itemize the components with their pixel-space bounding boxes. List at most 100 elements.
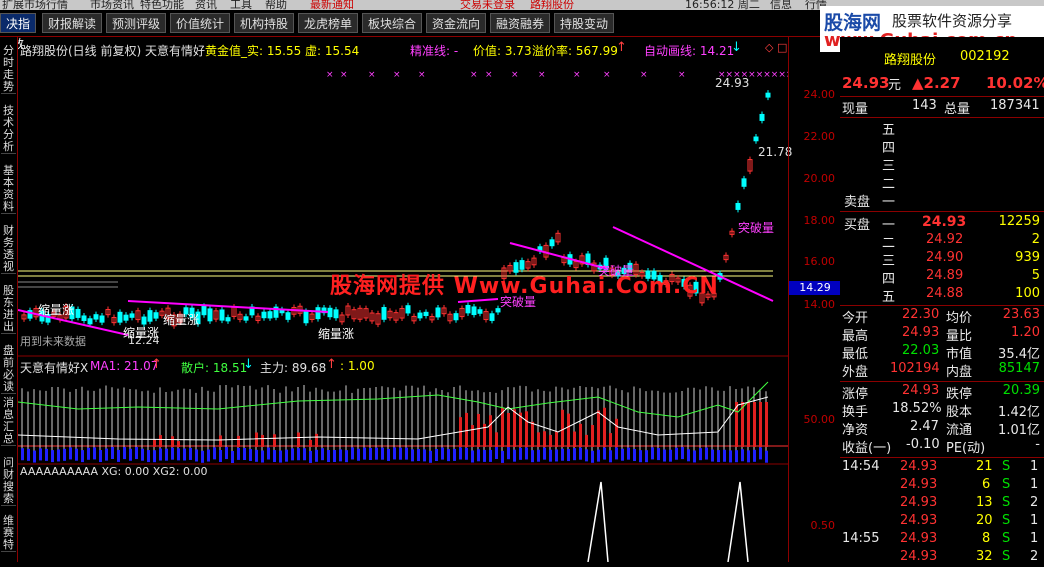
diamond-icon[interactable]: ◇ □	[765, 41, 787, 54]
candle	[423, 311, 429, 317]
tick-time: 14:54	[842, 459, 880, 474]
indicator-red-bar	[609, 433, 612, 447]
stat-value: 1.42亿	[998, 405, 1040, 420]
sidetab-premarket[interactable]: 盘前必读	[1, 345, 16, 394]
indicator-blue-bar	[549, 449, 552, 462]
candle	[405, 305, 411, 314]
kline-chart[interactable]: × × × × × × × × × × × × × ×××××××××× 路翔股份(日线 前复权)…	[17, 37, 793, 563]
tab-value[interactable]: 价值统计	[170, 13, 230, 33]
menu-item[interactable]: 最新通知	[310, 0, 354, 10]
sidetab-profile[interactable]: 基本资料	[1, 165, 16, 214]
stat-label: 最高	[842, 329, 869, 344]
svg-text:×: ×	[393, 70, 401, 80]
indicator-blue-bar	[213, 447, 216, 460]
indicator-red-bar	[549, 434, 552, 447]
sidetab-intraday[interactable]: 分时走势	[1, 45, 16, 94]
stat-value: -0.10	[906, 437, 940, 452]
tab-index[interactable]: 决指数	[0, 13, 36, 51]
bid-price: 24.88	[926, 286, 964, 301]
sidetab-technical[interactable]: 技术分析	[1, 105, 16, 154]
sub2-title: AAAAAAAAAA XG: 0.00 XG2: 0.00	[20, 465, 208, 478]
ask-level: 三	[882, 159, 896, 174]
tick-row: 24.93 20 S 1	[840, 513, 1044, 531]
bid-volume: 2	[1031, 232, 1040, 247]
indicator-blue-bar	[741, 449, 744, 462]
tab-sector[interactable]: 板块综合	[362, 13, 422, 33]
sidetab-holders[interactable]: 股东进出	[1, 285, 16, 334]
sub1-main: 主力: 89.68	[260, 361, 327, 375]
bid-level: 五	[882, 290, 896, 305]
tick-count: 1	[1030, 459, 1039, 474]
indicator-blue-bar	[621, 448, 624, 461]
watermark: 股海网提供 Www.Guhai.Com.CN	[330, 274, 719, 299]
candle	[453, 313, 459, 321]
menu-item[interactable]: 资讯	[195, 0, 217, 10]
menu-item[interactable]: 帮助	[265, 0, 287, 10]
tab-holdings[interactable]: 持股变动	[554, 13, 614, 33]
stat-label: PE(动)	[946, 441, 986, 456]
tab-institution[interactable]: 机构持股	[234, 13, 294, 33]
tab-capital-flow[interactable]: 资金流向	[426, 13, 486, 33]
indicator-blue-bar	[417, 449, 420, 462]
tick-count: 1	[1030, 531, 1039, 546]
tab-margin[interactable]: 融资融券	[490, 13, 550, 33]
tab-rating[interactable]: 预测评级	[106, 13, 166, 33]
menu-item[interactable]: 市场资讯	[90, 0, 134, 10]
sidetab-misc[interactable]: 维赛特	[1, 515, 16, 552]
indicator-blue-bar	[525, 447, 528, 460]
sub1-retail: 散户: 18.51	[181, 361, 248, 375]
bid-price: 24.92	[926, 232, 964, 247]
indicator-blue-bar	[75, 448, 78, 461]
indicator-blue-bar	[561, 448, 564, 461]
tick-volume: 13	[976, 495, 993, 510]
shrink-rise-label: 缩量涨	[163, 313, 200, 327]
indicator-blue-bar	[195, 449, 198, 462]
indicator-blue-bar	[597, 449, 600, 462]
menu-item[interactable]: 工具	[230, 0, 252, 10]
y-tick: 18.00	[803, 214, 836, 227]
stock-code: 002192	[960, 49, 1010, 64]
price-row: 24.93 元 ▲2.27 10.02%	[840, 74, 1044, 93]
indicator-blue-bar	[435, 449, 438, 462]
total-label: 总量	[944, 102, 971, 117]
indicator-blue-bar	[345, 450, 348, 463]
tick-row: 14:54 24.93 21 S 1	[840, 459, 1044, 477]
indicator-red-bar	[531, 421, 534, 447]
indicator-red-bar	[489, 415, 492, 447]
tab-report[interactable]: 财报解读	[42, 13, 102, 33]
stat-label: 净资	[842, 423, 869, 438]
side-tabs: 分时走势 技术分析 基本资料 财务透视 股东进出 盘前必读 消息汇总 问财搜索 …	[0, 37, 18, 562]
indicator-blue-bar	[327, 450, 330, 463]
menu-item[interactable]: 扩展市场行情	[2, 0, 68, 10]
indicator-blue-bar	[405, 447, 408, 460]
tick-volume: 8	[982, 531, 991, 546]
current-price-tag: 14.29	[789, 281, 841, 295]
menu-item[interactable]: 特色功能	[140, 0, 184, 10]
indicator-blue-bar	[237, 447, 240, 460]
indicator-blue-bar	[297, 448, 300, 461]
indicator-blue-bar	[423, 449, 426, 462]
chart-title: 路翔股份(日线 前复权) 天意有情好	[20, 44, 205, 58]
indicator-blue-bar	[585, 449, 588, 462]
bid-level: 一	[882, 218, 896, 233]
sidetab-news[interactable]: 消息汇总	[1, 397, 16, 446]
ask-level: 四	[882, 141, 896, 156]
bid-level: 四	[882, 272, 896, 287]
sidetab-finance[interactable]: 财务透视	[1, 225, 16, 274]
indicator-bars	[21, 385, 768, 463]
indicator-blue-bar	[747, 450, 750, 463]
ask-level: 五	[882, 123, 896, 138]
menu-item[interactable]: 信息	[770, 0, 792, 10]
indicator-red-bar	[171, 436, 174, 447]
indicator-blue-bar	[171, 447, 174, 460]
candle	[435, 307, 441, 318]
indicator-blue-bar	[507, 447, 510, 460]
indicator-blue-bar	[93, 447, 96, 460]
indicator-blue-bar	[249, 448, 252, 461]
candle	[99, 315, 105, 323]
sidetab-search[interactable]: 问财搜索	[1, 457, 16, 506]
indicator-blue-bar	[495, 447, 498, 460]
stat-label: 换手	[842, 405, 869, 420]
tab-dragon-tiger[interactable]: 龙虎榜单	[298, 13, 358, 33]
indicator-blue-bar	[27, 448, 30, 461]
